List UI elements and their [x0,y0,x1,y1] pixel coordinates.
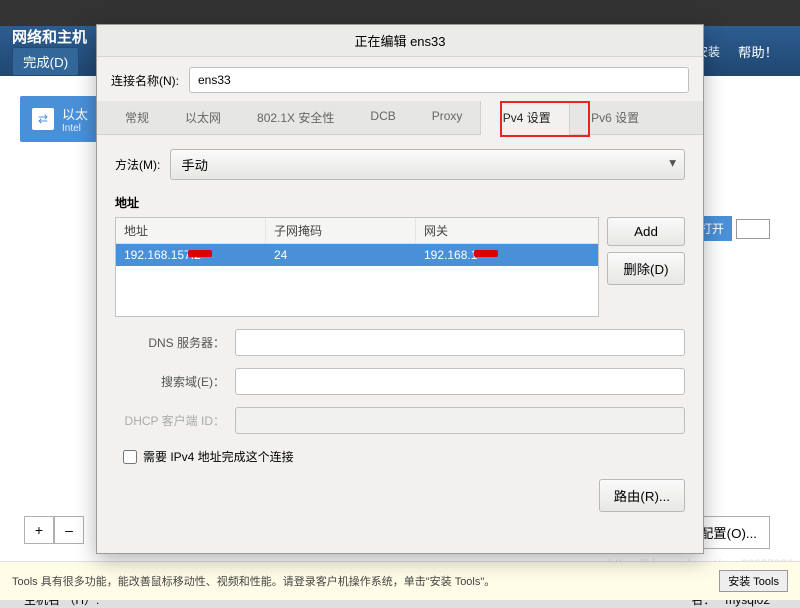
add-address-button[interactable]: Add [607,217,685,246]
tab-general[interactable]: 常规 [107,101,167,134]
cell-gateway: 192.168.1 [416,244,598,266]
tab-dcb[interactable]: DCB [352,101,413,134]
tab-ipv6[interactable]: IPv6 设置 [570,101,657,134]
method-label: 方法(M): [115,156,160,173]
tab-8021x[interactable]: 802.1X 安全性 [239,101,352,134]
tab-ipv4[interactable]: IPv4 设置 [480,101,569,135]
address-table[interactable]: 地址 子网掩码 网关 192.168.157.2 24 192.168.1 [115,217,599,317]
ethernet-icon: ⇄ [32,108,54,130]
routes-button[interactable]: 路由(R)... [599,479,685,512]
cell-netmask: 24 [266,244,416,266]
col-address: 地址 [116,218,266,243]
search-domain-input[interactable] [235,368,685,395]
dhcp-client-id-label: DHCP 客户端 ID： [115,412,225,429]
eth-subtitle: Intel [62,123,88,134]
install-tools-button[interactable]: 安装 Tools [719,570,788,592]
connection-name-input[interactable] [189,67,689,93]
col-gateway: 网关 [416,218,598,243]
col-netmask: 子网掩码 [266,218,416,243]
require-ipv4-label: 需要 IPv4 地址完成这个连接 [143,448,294,465]
delete-address-button[interactable]: 删除(D) [607,252,685,285]
connection-name-label: 连接名称(N): [111,72,179,89]
require-ipv4-checkbox[interactable] [123,450,137,464]
address-row-selected[interactable]: 192.168.157.2 24 192.168.1 [116,244,598,266]
dns-label: DNS 服务器： [115,334,225,351]
tab-proxy[interactable]: Proxy [414,101,481,134]
dhcp-client-id-input [235,407,685,434]
dns-input[interactable] [235,329,685,356]
edit-connection-dialog: 正在编辑 ens33 连接名称(N): 常规 以太网 802.1X 安全性 DC… [96,24,704,554]
search-domain-label: 搜索域(E)： [115,373,225,390]
address-section-label: 地址 [115,194,685,211]
connection-toggle[interactable] [736,219,770,239]
help-button[interactable]: 帮助！ [728,38,788,65]
page-title: 网络和主机 [12,26,87,47]
remove-device-button[interactable]: – [54,516,84,544]
tab-bar: 常规 以太网 802.1X 安全性 DCB Proxy IPv4 设置 IPv6… [97,101,703,135]
eth-title: 以太 [62,104,88,123]
done-button[interactable]: 完成(D) [12,47,79,76]
add-device-button[interactable]: + [24,516,54,544]
dialog-title: 正在编辑 ens33 [97,25,703,57]
cell-address: 192.168.157.2 [116,244,266,266]
redaction-mark [188,250,212,257]
footer-tip: Tools 具有很多功能，能改善鼠标移动性、视频和性能。请登录客户机操作系统，单… [12,573,495,589]
tab-ethernet[interactable]: 以太网 [167,101,239,134]
redaction-mark [474,250,498,257]
method-select[interactable]: 手动 [170,149,685,180]
